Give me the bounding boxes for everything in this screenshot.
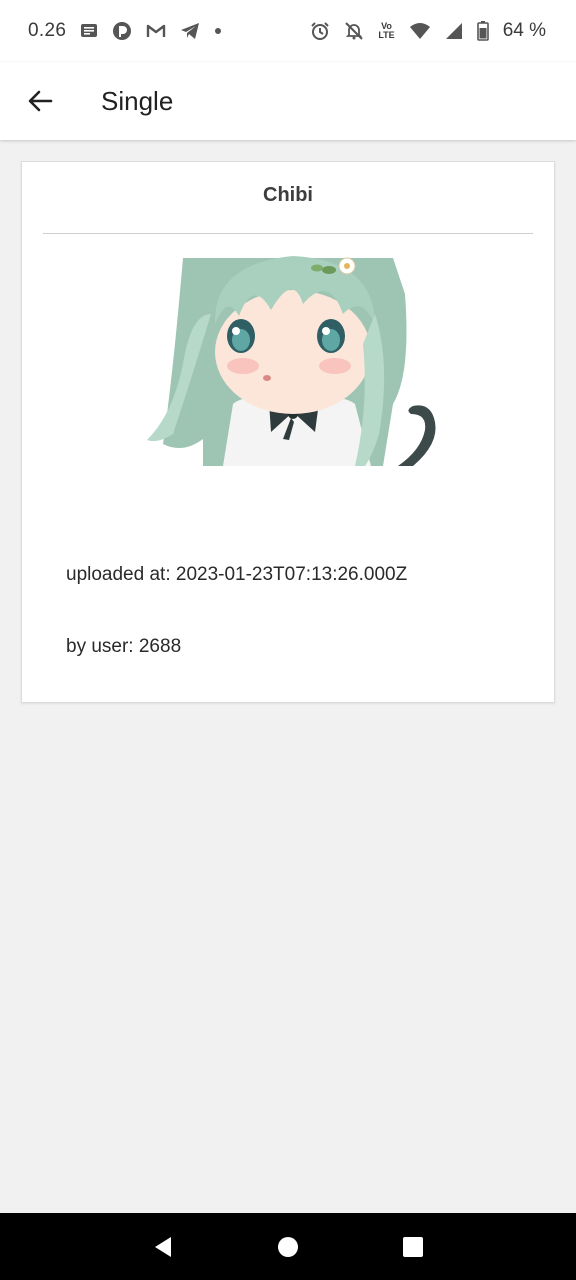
recents-square-icon (403, 1236, 424, 1257)
arrow-back-icon (28, 90, 53, 112)
status-bar-right: Vo LTE 64 % (310, 20, 546, 42)
card-divider (43, 233, 533, 234)
system-nav-bar (0, 1213, 576, 1280)
nav-home-button[interactable] (266, 1225, 310, 1269)
card-title: Chibi (263, 184, 313, 206)
chibi-character-image (143, 254, 457, 466)
volte-bottom-label: LTE (378, 30, 395, 40)
alarm-icon (310, 21, 330, 41)
status-bar: 0.26 Vo LTE 64 % (0, 0, 576, 62)
dot-icon (214, 27, 222, 35)
image-card: Chibi uploaded at: 2023-01-23T07:13:26.0… (21, 161, 555, 703)
back-button[interactable] (20, 81, 60, 121)
by-user-text: by user: 2688 (66, 636, 182, 657)
page-title: Single (101, 85, 174, 116)
message-icon (80, 22, 98, 40)
signal-icon (445, 22, 463, 40)
status-time: 0.26 (28, 20, 67, 41)
battery-percentage: 64 % (502, 20, 546, 41)
notifications-off-icon (344, 21, 364, 41)
battery-icon (476, 21, 489, 41)
volte-icon: Vo LTE (378, 22, 394, 40)
back-triangle-icon (154, 1236, 171, 1257)
telegram-icon (180, 22, 200, 40)
status-bar-left: 0.26 (28, 20, 222, 42)
wifi-icon (409, 22, 431, 40)
app-icon (112, 21, 132, 41)
home-circle-icon (277, 1236, 298, 1257)
nav-back-button[interactable] (141, 1225, 185, 1269)
gmail-icon (146, 23, 166, 39)
nav-recents-button[interactable] (391, 1225, 435, 1269)
app-bar: Single (0, 62, 576, 140)
uploaded-at-text: uploaded at: 2023-01-23T07:13:26.000Z (66, 564, 408, 585)
